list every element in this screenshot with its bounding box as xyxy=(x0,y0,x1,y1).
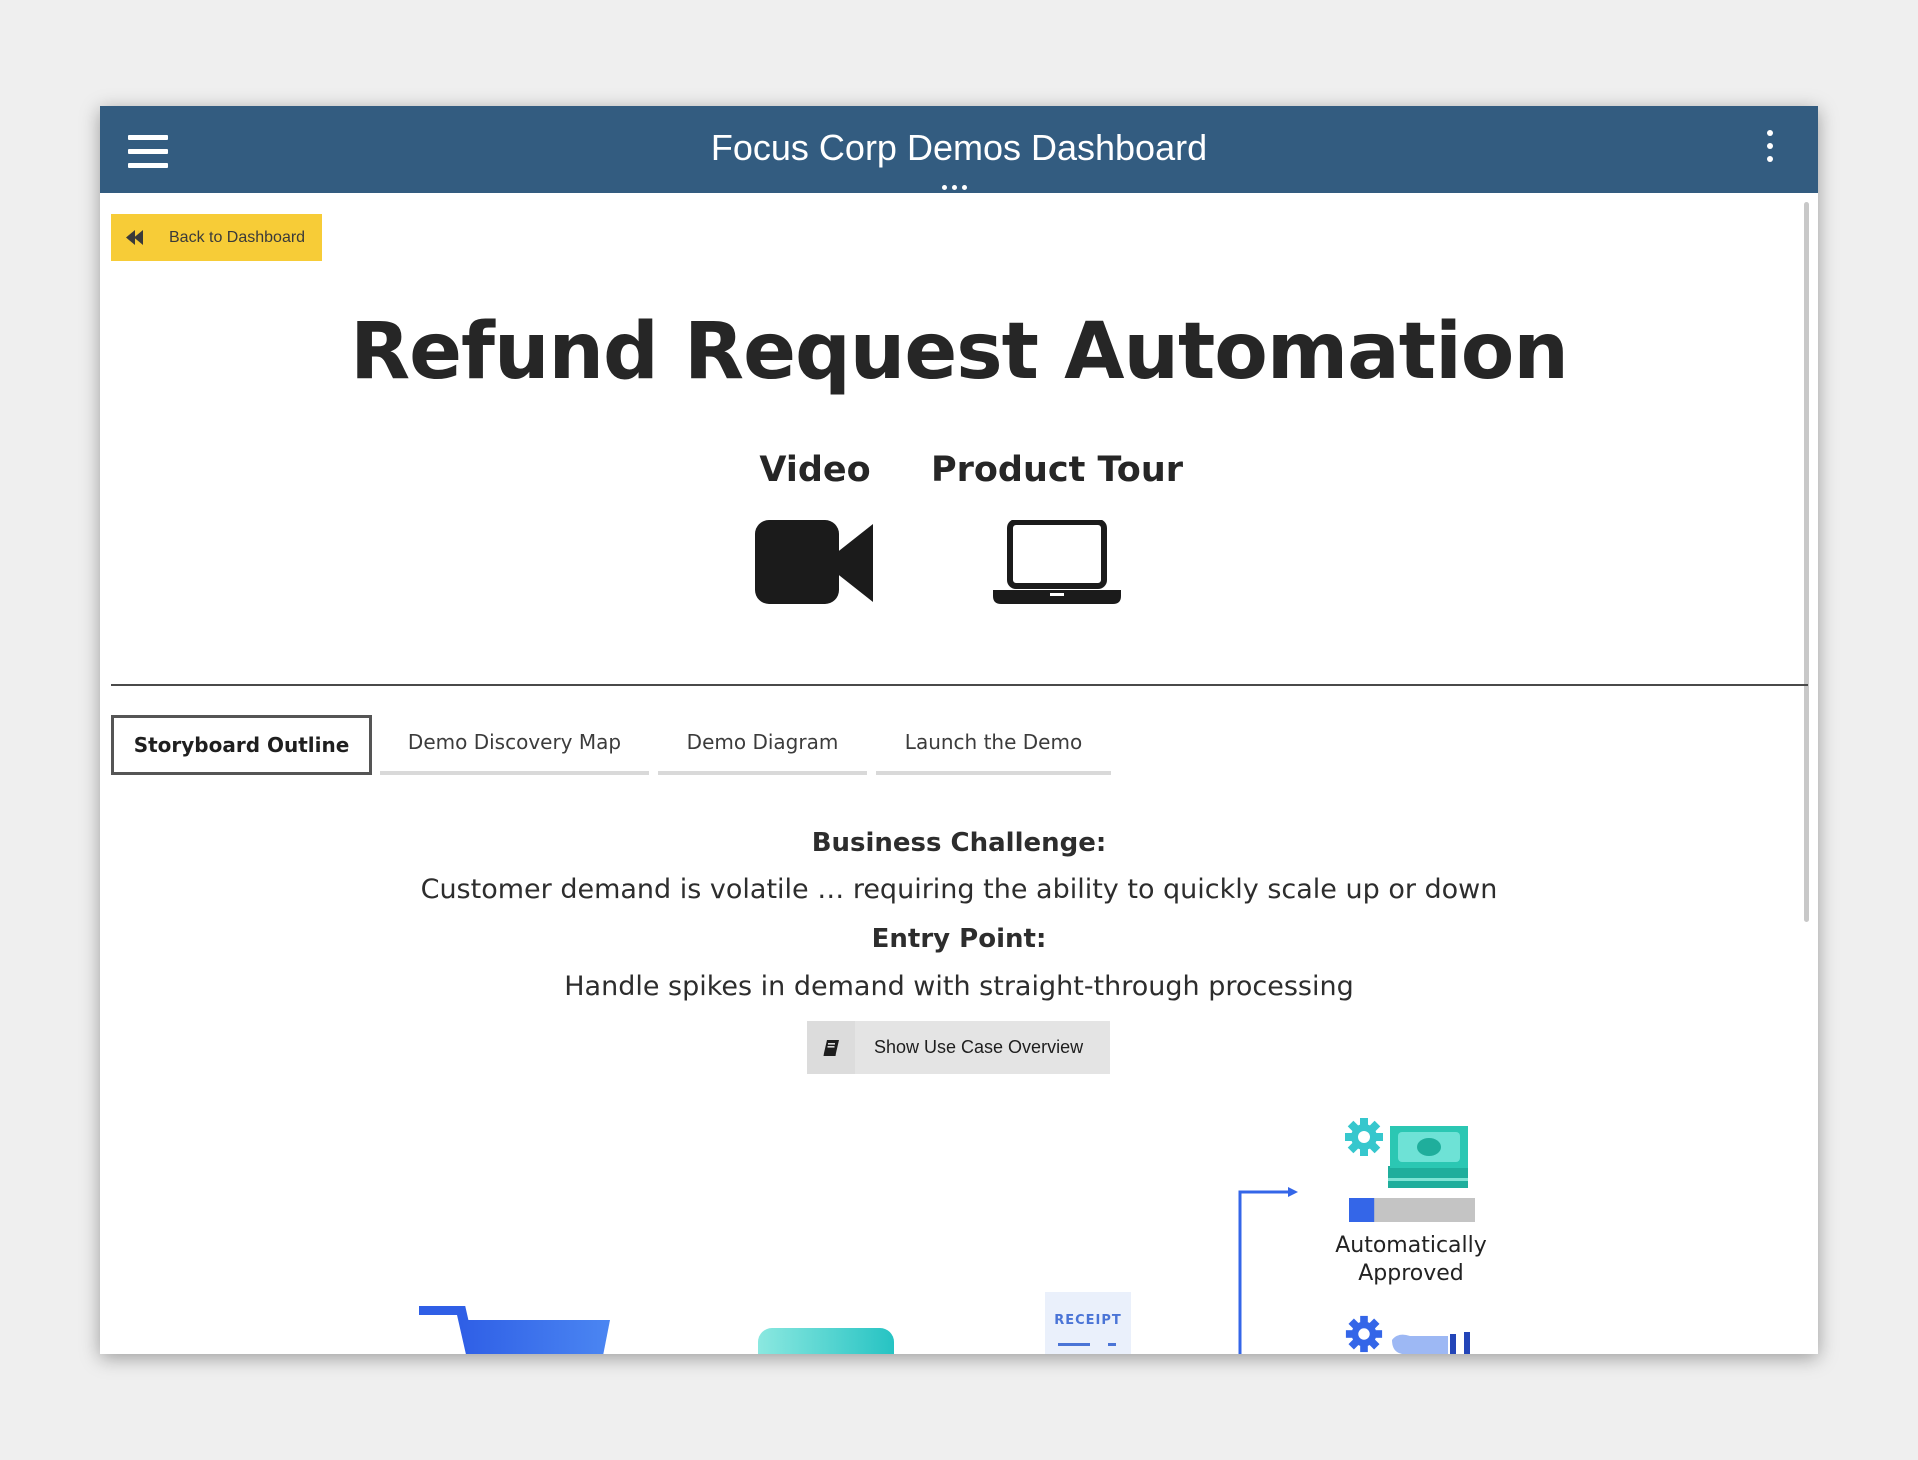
app-title: Focus Corp Demos Dashboard xyxy=(710,127,1208,168)
top-app-bar: Focus Corp Demos Dashboard xyxy=(100,106,1818,193)
entry-point-heading: Entry Point: xyxy=(871,924,1047,954)
shopping-cart-icon xyxy=(419,1306,610,1354)
chat-bubble-icon xyxy=(758,1328,894,1354)
tab-demo-diagram[interactable]: Demo Diagram xyxy=(658,715,867,775)
automatically-approved-label: Automatically Approved xyxy=(1335,1233,1487,1286)
approval-flow-connector xyxy=(1238,1187,1298,1354)
hand-payment-icon xyxy=(1392,1332,1470,1354)
back-button-label: Back to Dashboard xyxy=(169,229,306,246)
double-arrow-left-icon xyxy=(126,230,143,245)
entry-point-text: Handle spikes in demand with straight-th… xyxy=(564,971,1354,1002)
show-use-case-overview-button[interactable]: Show Use Case Overview xyxy=(807,1021,1110,1074)
tab-launch-the-demo[interactable]: Launch the Demo xyxy=(876,715,1111,775)
video-camera-icon xyxy=(755,520,873,604)
business-challenge-heading: Business Challenge: xyxy=(811,828,1107,858)
button-icon-cell xyxy=(807,1021,855,1074)
app-window: Focus Corp Demos Dashboard Back to Dashb… xyxy=(100,106,1818,1354)
overview-button-label: Show Use Case Overview xyxy=(874,1037,1084,1057)
teal-gear-icon xyxy=(1345,1118,1383,1156)
video-launch[interactable]: Video xyxy=(738,448,892,604)
title-dots-icon[interactable] xyxy=(942,175,976,190)
more-options-icon[interactable] xyxy=(1762,130,1778,170)
blue-gear-icon xyxy=(1345,1315,1383,1353)
video-label: Video xyxy=(759,450,871,490)
business-challenge-text: Customer demand is volatile … requiring … xyxy=(420,874,1498,905)
back-to-dashboard-button[interactable]: Back to Dashboard xyxy=(111,214,322,261)
product-tour-launch[interactable]: Product Tour xyxy=(930,448,1184,604)
book-icon xyxy=(823,1040,839,1056)
laptop-icon xyxy=(993,520,1121,604)
page-title: Refund Request Automation xyxy=(350,307,1569,397)
product-tour-label: Product Tour xyxy=(930,450,1184,490)
approval-progress-bar xyxy=(1349,1198,1475,1222)
cash-money-icon xyxy=(1388,1126,1468,1188)
receipt-label: RECEIPT xyxy=(1054,1313,1122,1328)
tab-storyboard-outline[interactable]: Storyboard Outline xyxy=(111,715,372,775)
receipt-icon: RECEIPT xyxy=(1045,1292,1131,1354)
tab-demo-discovery-map[interactable]: Demo Discovery Map xyxy=(380,715,649,775)
section-divider xyxy=(111,684,1808,686)
